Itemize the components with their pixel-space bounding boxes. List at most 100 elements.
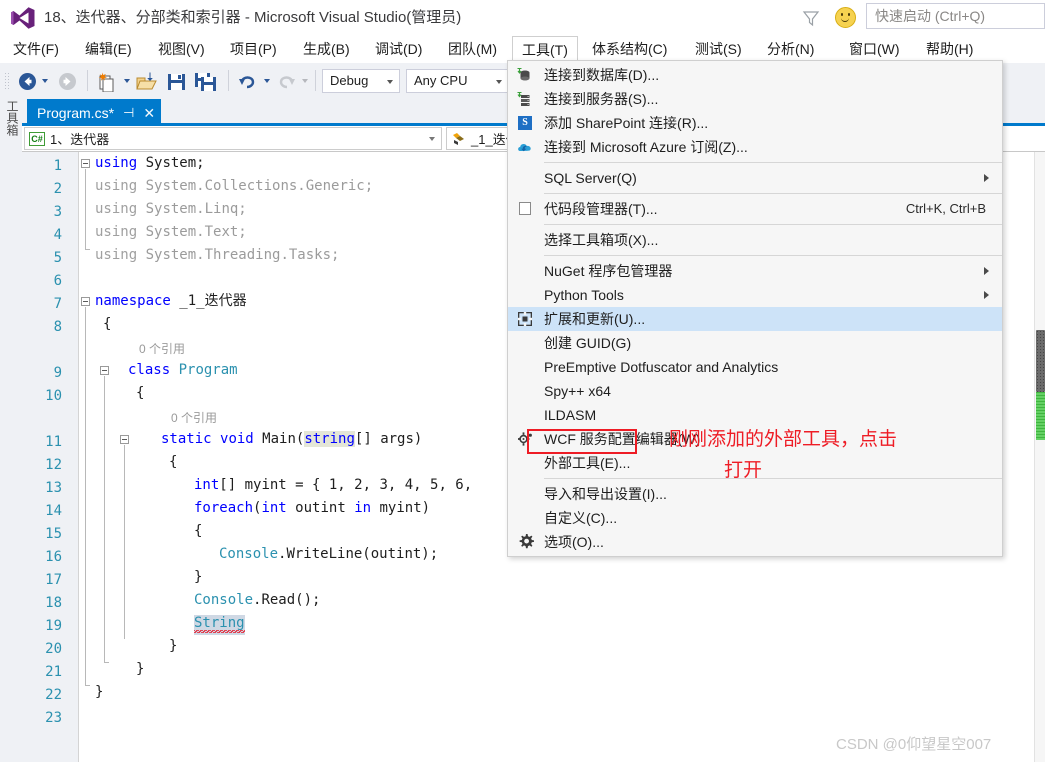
menu-item-connect-server[interactable]: 连接到服务器(S)... [508, 87, 1002, 111]
line-number: 6 [53, 273, 62, 289]
collapse-box-main[interactable] [120, 435, 129, 444]
code-line: using System.Threading.Tasks; [95, 247, 340, 263]
line-number: 12 [45, 457, 62, 473]
menu-separator [544, 162, 1002, 163]
menu-bar: 文件(F) 编辑(E) 视图(V) 项目(P) 生成(B) 调试(D) 团队(M… [0, 36, 1045, 63]
collapse-box-namespace[interactable] [81, 297, 90, 306]
menu-analyze[interactable]: 分析(N) [758, 36, 823, 63]
menu-file[interactable]: 文件(F) [4, 36, 68, 63]
new-item-dropdown-icon[interactable] [124, 79, 130, 83]
undo-dropdown-icon[interactable] [264, 79, 270, 83]
outline-guide [85, 169, 86, 249]
code-line: Console.WriteLine(outint); [219, 546, 439, 562]
menu-item-create-guid[interactable]: 创建 GUID(G) [508, 331, 1002, 355]
codelens-main[interactable]: 0 个引用 [171, 409, 217, 426]
undo-icon[interactable] [238, 72, 258, 91]
menu-view[interactable]: 视图(V) [149, 36, 214, 63]
tools-dropdown-menu[interactable]: 连接到数据库(D)... 连接到服务器(S)... S 添加 SharePoin… [507, 60, 1003, 557]
menu-item-nuget-package-manager[interactable]: NuGet 程序包管理器 [508, 259, 1002, 283]
codelens-class[interactable]: 0 个引用 [139, 340, 185, 357]
line-number: 1 [53, 158, 62, 174]
menu-item-label: 连接到数据库(D)... [544, 67, 660, 83]
extensions-updates-icon [508, 307, 544, 331]
class-icon [453, 132, 464, 145]
save-icon[interactable] [166, 71, 187, 92]
menu-item-python-tools[interactable]: Python Tools [508, 283, 1002, 307]
line-number: 7 [53, 296, 62, 312]
wcf-config-icon [508, 427, 544, 451]
menu-architecture[interactable]: 体系结构(C) [583, 36, 676, 63]
menu-item-connect-azure-subscription[interactable]: 连接到 Microsoft Azure 订阅(Z)... [508, 135, 1002, 159]
code-line: static void Main(string[] args) [161, 431, 423, 447]
menu-build[interactable]: 生成(B) [294, 36, 359, 63]
options-gear-icon [508, 530, 544, 554]
outline-guide-2-end [85, 685, 90, 686]
menu-item-preemptive-dotfuscator[interactable]: PreEmptive Dotfuscator and Analytics [508, 355, 1002, 379]
menu-item-label: 添加 SharePoint 连接(R)... [544, 115, 709, 131]
solution-platform-select[interactable]: Any CPU [406, 69, 509, 93]
menu-item-label: PreEmptive Dotfuscator and Analytics [544, 359, 779, 375]
menu-debug[interactable]: 调试(D) [366, 36, 431, 63]
chevron-down-icon [387, 80, 393, 84]
toolbox-strip[interactable] [0, 99, 23, 762]
code-line: foreach(int outint in myint) [194, 500, 431, 516]
collapse-box-usings[interactable] [81, 159, 90, 168]
menu-tools[interactable]: 工具(T) [512, 36, 578, 63]
menu-item-label: 导入和导出设置(I)... [544, 486, 667, 502]
redo-dropdown-icon [302, 79, 308, 83]
new-item-icon[interactable] [96, 71, 117, 92]
menu-item-spy-plus-plus-x64[interactable]: Spy++ x64 [508, 379, 1002, 403]
toolbar-grip[interactable] [4, 72, 10, 90]
menu-item-import-export-settings[interactable]: 导入和导出设置(I)... [508, 482, 1002, 506]
menu-item-customize[interactable]: 自定义(C)... [508, 506, 1002, 530]
pin-icon[interactable]: ⊣ [123, 106, 134, 119]
menu-team[interactable]: 团队(M) [439, 36, 506, 63]
quick-launch-input[interactable]: 快速启动 (Ctrl+Q) [866, 3, 1045, 29]
title-bar: 18、迭代器、分部类和索引器 - Microsoft Visual Studio… [0, 0, 1045, 36]
menu-item-extensions-and-updates[interactable]: 扩展和更新(U)... [508, 307, 1002, 331]
line-number: 9 [53, 365, 62, 381]
window-title: 18、迭代器、分部类和索引器 - Microsoft Visual Studio… [44, 9, 462, 26]
menu-edit[interactable]: 编辑(E) [76, 36, 141, 63]
menu-item-label: Python Tools [544, 287, 624, 303]
type-dropdown[interactable]: C# 1、迭代器 [24, 127, 442, 150]
menu-item-options[interactable]: 选项(O)... [508, 530, 1002, 554]
navigate-backward-icon[interactable] [18, 72, 37, 91]
collapse-box-class[interactable] [100, 366, 109, 375]
menu-item-shortcut: Ctrl+K, Ctrl+B [905, 201, 986, 216]
navigate-backward-dropdown-icon[interactable] [42, 79, 48, 83]
menu-item-choose-toolbox-items[interactable]: 选择工具箱项(X)... [508, 228, 1002, 252]
code-line: namespace _1_迭代器 [95, 293, 247, 309]
line-number: 21 [45, 664, 62, 680]
menu-item-connect-database[interactable]: 连接到数据库(D)... [508, 63, 1002, 87]
menu-project[interactable]: 项目(P) [221, 36, 286, 63]
save-all-icon[interactable] [194, 71, 217, 92]
menu-item-sql-server[interactable]: SQL Server(Q) [508, 166, 1002, 190]
code-line: class Program [128, 362, 238, 378]
line-number: 13 [45, 480, 62, 496]
menu-window[interactable]: 窗口(W) [840, 36, 909, 63]
menu-test[interactable]: 测试(S) [686, 36, 751, 63]
menu-item-label: 选择工具箱项(X)... [544, 232, 659, 248]
annotation-line-1: 刚刚添加的外部工具，点击 [669, 429, 898, 450]
outline-guide-end [85, 249, 90, 250]
close-icon[interactable]: ✕ [143, 106, 155, 120]
toolbox-label[interactable]: 工具箱 [3, 100, 19, 136]
solution-platform-value: Any CPU [414, 73, 468, 88]
editor-vertical-scrollbar[interactable] [1034, 152, 1045, 762]
menu-item-code-snippets-manager[interactable]: 代码段管理器(T)... Ctrl+K, Ctrl+B [508, 197, 1002, 221]
menu-item-add-sharepoint-connection[interactable]: S 添加 SharePoint 连接(R)... [508, 111, 1002, 135]
feedback-smiley-icon[interactable] [835, 7, 856, 28]
line-number: 3 [53, 204, 62, 220]
line-number: 5 [53, 250, 62, 266]
line-number: 23 [45, 710, 62, 726]
menu-help[interactable]: 帮助(H) [917, 36, 982, 63]
line-number: 19 [45, 618, 62, 634]
solution-configuration-select[interactable]: Debug [322, 69, 400, 93]
line-number: 8 [53, 319, 62, 335]
tab-program-cs[interactable]: Program.cs* ⊣ ✕ [27, 99, 162, 126]
open-file-icon[interactable] [136, 71, 158, 92]
filter-icon[interactable] [800, 8, 822, 28]
chevron-down-icon-2 [496, 80, 502, 84]
scrollbar-thumb[interactable] [1036, 330, 1045, 392]
